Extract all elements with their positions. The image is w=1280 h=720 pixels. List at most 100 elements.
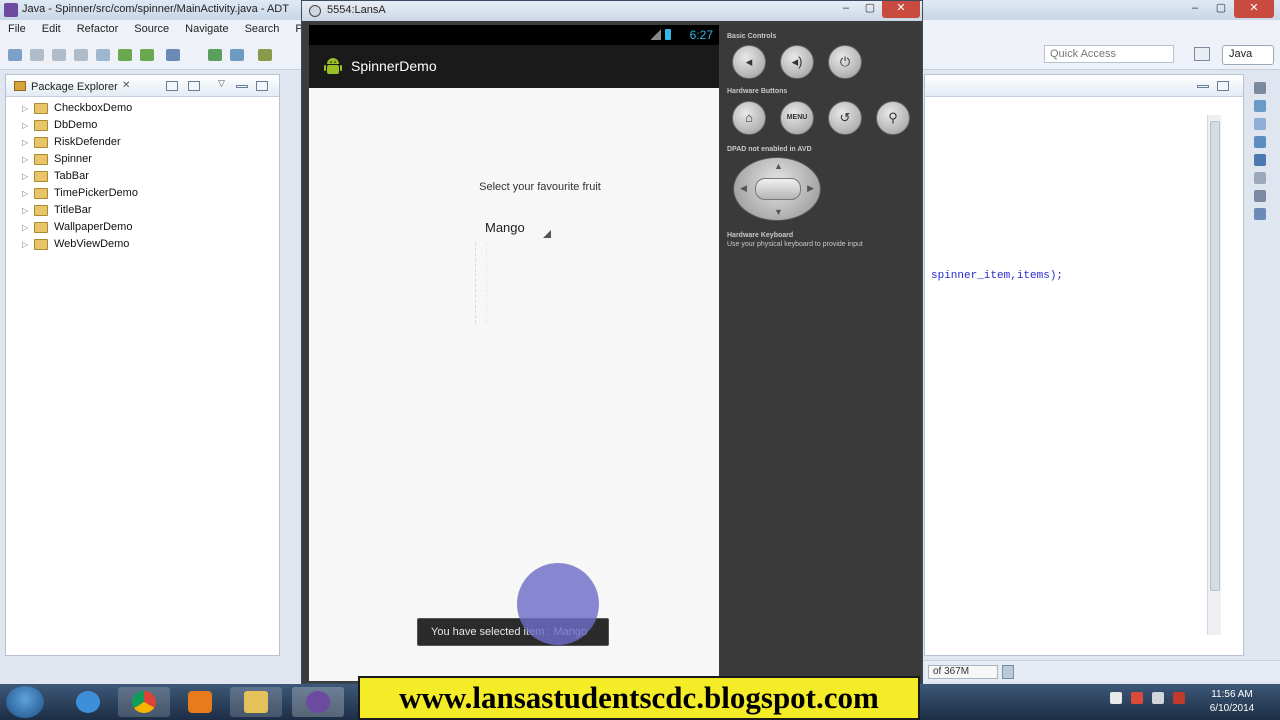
save-all-icon[interactable] bbox=[52, 49, 66, 61]
dpad-down-icon[interactable]: ▼ bbox=[774, 207, 783, 217]
declaration-icon[interactable] bbox=[1254, 172, 1266, 184]
expand-icon[interactable]: ▷ bbox=[22, 100, 28, 117]
menu-source[interactable]: Source bbox=[126, 20, 177, 40]
start-button[interactable] bbox=[6, 686, 44, 718]
list-item[interactable]: ▷ DbDemo bbox=[6, 117, 279, 134]
device-screen[interactable]: 6:27 SpinnerDemo Select your favourite f… bbox=[309, 25, 719, 681]
internet-explorer-taskbar-button[interactable] bbox=[62, 687, 114, 717]
list-item[interactable]: ▷ Spinner bbox=[6, 151, 279, 168]
network-icon[interactable] bbox=[1152, 692, 1164, 704]
taskbar-clock[interactable]: 11:56 AM 6/10/2014 bbox=[1200, 688, 1264, 716]
maximize-icon[interactable]: ▢ bbox=[858, 1, 882, 18]
menu-navigate[interactable]: Navigate bbox=[177, 20, 236, 40]
expand-icon[interactable]: ▷ bbox=[22, 219, 28, 236]
list-item[interactable]: ▷ TabBar bbox=[6, 168, 279, 185]
expand-icon[interactable]: ▷ bbox=[22, 202, 28, 219]
menu-button[interactable]: MENU bbox=[780, 101, 814, 135]
project-icon bbox=[34, 239, 48, 250]
expand-icon[interactable]: ▷ bbox=[22, 168, 28, 185]
expand-icon[interactable]: ▷ bbox=[22, 134, 28, 151]
close-icon[interactable]: ✕ bbox=[1234, 0, 1274, 18]
list-item[interactable]: ▷ RiskDefender bbox=[6, 134, 279, 151]
list-item[interactable]: ▷ TitleBar bbox=[6, 202, 279, 219]
project-name: DbDemo bbox=[54, 119, 98, 131]
media-player-taskbar-button[interactable] bbox=[174, 687, 226, 717]
expand-icon[interactable]: ▷ bbox=[22, 236, 28, 253]
minimize-icon[interactable] bbox=[236, 85, 248, 88]
chrome-taskbar-button[interactable] bbox=[118, 687, 170, 717]
maximize-icon[interactable] bbox=[1217, 81, 1229, 91]
new-icon[interactable] bbox=[8, 49, 22, 61]
dpad-up-icon[interactable]: ▲ bbox=[774, 161, 783, 171]
menu-search[interactable]: Search bbox=[237, 20, 288, 40]
dpad-right-icon[interactable]: ▶ bbox=[807, 183, 814, 194]
back-icon[interactable]: ↺ bbox=[828, 101, 862, 135]
debug-icon[interactable] bbox=[230, 49, 244, 61]
minimize-icon[interactable]: – bbox=[1182, 0, 1208, 18]
open-perspective-icon[interactable] bbox=[1194, 47, 1210, 61]
emulator-window-controls: – ▢ ✕ bbox=[834, 1, 920, 18]
eclipse-taskbar-button[interactable] bbox=[292, 687, 344, 717]
list-item[interactable]: ▷ WebViewDemo bbox=[6, 236, 279, 253]
java-perspective-button[interactable]: Java bbox=[1222, 45, 1274, 65]
link-editor-icon[interactable] bbox=[188, 81, 200, 91]
new-android-project-icon[interactable] bbox=[208, 49, 222, 61]
list-item[interactable]: ▷ TimePickerDemo bbox=[6, 185, 279, 202]
close-icon[interactable]: ✕ bbox=[122, 80, 130, 91]
project-icon bbox=[34, 188, 48, 199]
show-hidden-icons-icon[interactable] bbox=[1110, 692, 1122, 704]
right-trim-toolbar bbox=[1250, 76, 1272, 276]
project-name: RiskDefender bbox=[54, 136, 121, 148]
maximize-icon[interactable]: ▢ bbox=[1208, 0, 1234, 18]
power-icon[interactable]: ⏻ bbox=[828, 45, 862, 79]
menu-edit[interactable]: Edit bbox=[34, 20, 69, 40]
dpad-control[interactable]: ▲ ▼ ◀ ▶ bbox=[733, 157, 821, 221]
save-icon[interactable] bbox=[30, 49, 44, 61]
avd-manager-icon[interactable] bbox=[140, 49, 154, 61]
dpad-left-icon[interactable]: ◀ bbox=[740, 183, 747, 194]
problems-icon[interactable] bbox=[1254, 136, 1266, 148]
minimize-icon[interactable]: – bbox=[834, 1, 858, 18]
restore-icon[interactable] bbox=[1254, 190, 1266, 202]
print-icon[interactable] bbox=[74, 49, 88, 61]
list-item[interactable]: ▷ CheckboxDemo bbox=[6, 100, 279, 117]
collapse-all-icon[interactable] bbox=[166, 81, 178, 91]
tab-package-explorer[interactable]: Package Explorer bbox=[31, 81, 118, 93]
search-icon[interactable]: ⚲ bbox=[876, 101, 910, 135]
console-icon[interactable] bbox=[1254, 154, 1266, 166]
trash-icon[interactable] bbox=[1002, 665, 1014, 679]
close-icon[interactable]: ✕ bbox=[882, 1, 920, 18]
action-center-icon[interactable] bbox=[1131, 692, 1143, 704]
run-icon[interactable] bbox=[258, 49, 272, 61]
lint-icon[interactable] bbox=[166, 49, 180, 61]
project-icon bbox=[34, 222, 48, 233]
expand-icon[interactable]: ▷ bbox=[22, 151, 28, 168]
volume-icon[interactable] bbox=[1173, 692, 1185, 704]
explorer-taskbar-button[interactable] bbox=[230, 687, 282, 717]
dpad-center-button[interactable] bbox=[755, 178, 801, 200]
expand-icon[interactable]: ▷ bbox=[22, 185, 28, 202]
sdk-manager-icon[interactable] bbox=[96, 49, 110, 61]
editor-scrollbar[interactable] bbox=[1207, 115, 1221, 635]
code-editor[interactable]: spinner_item,items); bbox=[924, 74, 1244, 656]
maximize-icon[interactable] bbox=[256, 81, 268, 91]
outline-icon[interactable] bbox=[1254, 100, 1266, 112]
volume-down-icon[interactable]: ◂ bbox=[732, 45, 766, 79]
view-menu-icon[interactable]: ▽ bbox=[218, 78, 230, 88]
list-item[interactable]: ▷ WallpaperDemo bbox=[6, 219, 279, 236]
android-sdk-icon[interactable] bbox=[118, 49, 132, 61]
fruit-spinner[interactable]: Mango bbox=[475, 218, 553, 242]
menu-refactor[interactable]: Refactor bbox=[69, 20, 127, 40]
task-list-icon[interactable] bbox=[1254, 118, 1266, 130]
restore-icon[interactable] bbox=[1254, 82, 1266, 94]
scroll-thumb[interactable] bbox=[1210, 121, 1220, 591]
quick-access-input[interactable]: Quick Access bbox=[1044, 45, 1174, 63]
minimize-icon[interactable] bbox=[1197, 85, 1209, 88]
volume-up-icon[interactable]: ◂) bbox=[780, 45, 814, 79]
emulator-title-bar: 5554:LansA – ▢ ✕ bbox=[302, 1, 922, 21]
logcat-icon[interactable] bbox=[1254, 208, 1266, 220]
home-icon[interactable]: ⌂ bbox=[732, 101, 766, 135]
project-icon bbox=[34, 154, 48, 165]
expand-icon[interactable]: ▷ bbox=[22, 117, 28, 134]
menu-file[interactable]: File bbox=[0, 20, 34, 40]
